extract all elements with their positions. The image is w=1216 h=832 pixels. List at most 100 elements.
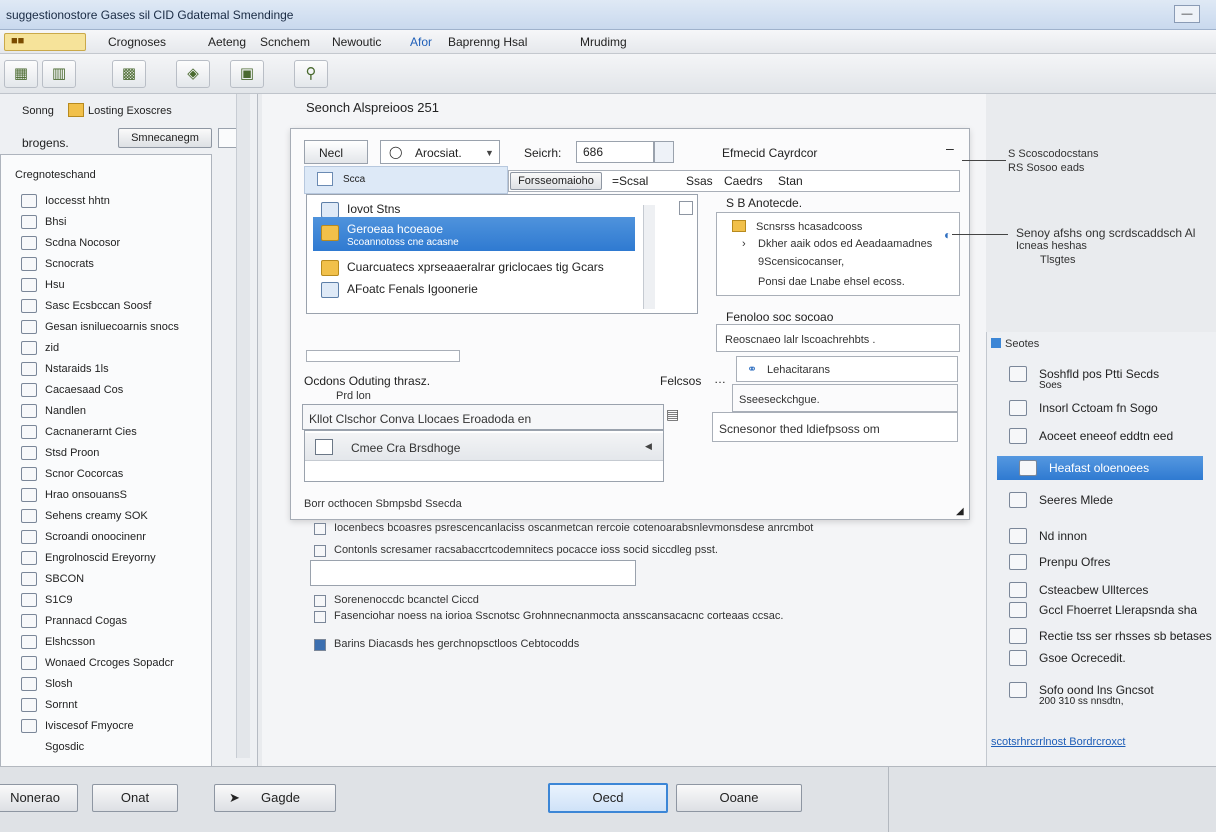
sidebar-item[interactable]: Nstaraids 1ls (1, 359, 213, 379)
gcode-button[interactable]: ➤ Gagde (214, 784, 336, 812)
sidebar-item-label: Sornnt (45, 699, 78, 711)
menu-item-1[interactable]: Crognoses (108, 35, 166, 49)
menu-item-4[interactable]: Newoutic (332, 35, 381, 49)
sidebar-item[interactable]: Scnor Cocorcas (1, 464, 213, 484)
more-icon[interactable]: … (714, 372, 726, 386)
sidebar-item[interactable]: Scdna Nocosor (1, 233, 213, 253)
resize-grip-icon[interactable]: ◢ (956, 506, 964, 517)
breadcrumb[interactable]: Scca (304, 166, 508, 194)
sidebar-item[interactable]: Cacaesaad Cos (1, 380, 213, 400)
minimize-button[interactable]: — (1174, 5, 1200, 23)
list-checkbox[interactable] (679, 201, 693, 215)
filter-3[interactable]: Ssas (686, 174, 713, 188)
list-item-selected[interactable]: Geroeaa hcoeaoe Scoannotoss cne acasne (313, 217, 635, 251)
grid-icon[interactable]: ▩ (112, 60, 146, 88)
menu-item-6[interactable]: Baprenng Hsal (448, 35, 527, 49)
right-panel-item[interactable]: Seeres Mlede (987, 488, 1216, 512)
sidebar-item[interactable]: Gesan isniluecoarnis snocs (1, 317, 213, 337)
right-panel-item[interactable]: Gccl Fhoerret Llerapsnda sha (987, 598, 1216, 622)
onat-button[interactable]: Onat (92, 784, 178, 812)
right-panel-item[interactable]: Nd innon (987, 524, 1216, 548)
sidebar-item[interactable]: Elshcsson (1, 632, 213, 652)
right-panel-item-selected[interactable]: Heafast oloenoees (997, 456, 1203, 480)
mid-right-item-box[interactable]: ⚭ Lehacitarans (736, 356, 958, 382)
sidebar-item[interactable]: Hsu (1, 275, 213, 295)
image-icon[interactable]: ▣ (230, 60, 264, 88)
template-label-box: Kllot Clschor Conva Llocaes Eroadoda en (302, 404, 664, 430)
right-panel-item[interactable]: Gsoe Ocrecedit. (987, 646, 1216, 670)
item-icon (21, 362, 37, 376)
sidebar-item[interactable]: S1C9 (1, 590, 213, 610)
filter-button[interactable]: Forsseomaioho (510, 172, 602, 190)
search-icon[interactable]: ⚲ (294, 60, 328, 88)
sidebar-item[interactable]: Engrolnoscid Ereyorny (1, 548, 213, 568)
sidebar-header-1[interactable]: Sonng Losting Exoscres (6, 102, 206, 122)
sidebar-item[interactable]: Sornnt (1, 695, 213, 715)
sidebar-item[interactable]: Sasc Ecsbccan Soosf (1, 296, 213, 316)
right-panel-item[interactable]: Soshfld pos Ptti Secds Soes (987, 362, 1216, 391)
chart-icon[interactable]: ◈ (176, 60, 210, 88)
attributes-item-3[interactable]: 9Scensicocanser, (758, 256, 844, 268)
template-right-box[interactable]: Scnesonor thed ldiefpsoss om (712, 412, 958, 442)
menu-item-3[interactable]: Scnchem (260, 35, 310, 49)
item-icon (21, 299, 37, 313)
sidebar-search-button[interactable]: Smnecanegm (118, 128, 212, 148)
sidebar-item[interactable]: SBCON (1, 569, 213, 589)
sidebar-item[interactable]: Bhsi (1, 212, 213, 232)
right-panel-item[interactable]: Rectie tss ser rhsses sb betases (987, 624, 1216, 648)
right-panel-item-label: Sofo oond lns Gncsot (1039, 683, 1154, 697)
sidebar-item[interactable]: Nandlen (1, 401, 213, 421)
right-panel-item[interactable]: Sofo oond lns Gncsot 200 310 ss nnsdtn, (987, 678, 1216, 707)
menu-item-7[interactable]: Mrudimg (580, 35, 627, 49)
item-icon (21, 341, 37, 355)
list-scrollbar[interactable] (643, 205, 655, 309)
right-panel-item[interactable]: Insorl Cctoam fn Sogo (987, 396, 1216, 420)
detail-icon (314, 639, 326, 651)
annotation-2: RS Sosoo eads (1008, 162, 1085, 174)
sidebar-item-label: Stsd Proon (45, 447, 100, 459)
right-panel-item[interactable]: Aoceet eneeof eddtn eed (987, 424, 1216, 448)
attributes-item-1[interactable]: Scnsrss hcasadcooss (756, 221, 862, 233)
list-view-icon[interactable] (654, 141, 674, 163)
sidebar-footer-item[interactable]: Sgosdic (45, 741, 84, 753)
right-panel-link[interactable]: scotsrhrcrrlnost Bordrcroxct (991, 736, 1125, 748)
template-row[interactable]: Cmee Cra Brsdhoge ◀ (305, 433, 663, 461)
sidebar-item[interactable]: Sehens creamy SOK (1, 506, 213, 526)
ok-button[interactable]: Oecd (548, 783, 668, 813)
cancel-button[interactable]: Ooane (676, 784, 802, 812)
sidebar-item[interactable]: Scroandi onoocinenr (1, 527, 213, 547)
app-logo[interactable]: ■■ (4, 33, 86, 51)
sidebar-item[interactable]: Cacnanerarnt Cies (1, 422, 213, 442)
table-icon[interactable]: ▥ (42, 60, 76, 88)
sidebar-item[interactable]: zid (1, 338, 213, 358)
sidebar-item[interactable]: Iviscesof Fmyocre (1, 716, 213, 736)
list-item[interactable]: AFoatc Fenals Igoonerie (313, 277, 653, 301)
item-icon (1009, 554, 1027, 570)
filter-2[interactable]: =Scsal (612, 174, 648, 188)
item-icon (21, 656, 37, 670)
search-input[interactable]: 686 (576, 141, 654, 163)
sidebar-item[interactable]: Wonaed Crcoges Sopadcr (1, 653, 213, 673)
left-button[interactable]: Nonerao (0, 784, 78, 812)
item-icon (21, 572, 37, 586)
sidebar-item[interactable]: Stsd Proon (1, 443, 213, 463)
sidebar-item[interactable]: Ioccesst hhtn (1, 191, 213, 211)
address-dropdown[interactable]: ◯ Arocsiat. ▼ (380, 140, 500, 164)
sidebar-item[interactable]: Scnocrats (1, 254, 213, 274)
detail-highlight-box[interactable] (310, 560, 636, 586)
sidebar-item[interactable]: Slosh (1, 674, 213, 694)
sidebar-item[interactable]: Prannacd Cogas (1, 611, 213, 631)
tab-new[interactable]: Necl (304, 140, 368, 164)
filter-4[interactable]: Caedrs (724, 174, 763, 188)
pin-icon[interactable]: ▤ (666, 406, 679, 423)
attributes-item-2[interactable]: Dkher aaik odos ed Aeadaamadnes (758, 238, 932, 250)
menu-item-2[interactable]: Aeteng (208, 35, 246, 49)
menu-item-5[interactable]: Afor (410, 35, 432, 49)
attributes-item-4[interactable]: Ponsi dae Lnabe ehsel ecoss. (758, 276, 905, 288)
sidebar-item[interactable]: Hrao onsouansS (1, 485, 213, 505)
right-panel-item[interactable]: Prenpu Ofres (987, 550, 1216, 574)
filter-5[interactable]: Stan (778, 174, 803, 188)
list-item[interactable]: Cuarcuatecs xprseaaeralrar griclocaes ti… (313, 255, 653, 279)
open-icon[interactable]: ▦ (4, 60, 38, 88)
sidebar-scrollbar[interactable] (236, 94, 250, 758)
